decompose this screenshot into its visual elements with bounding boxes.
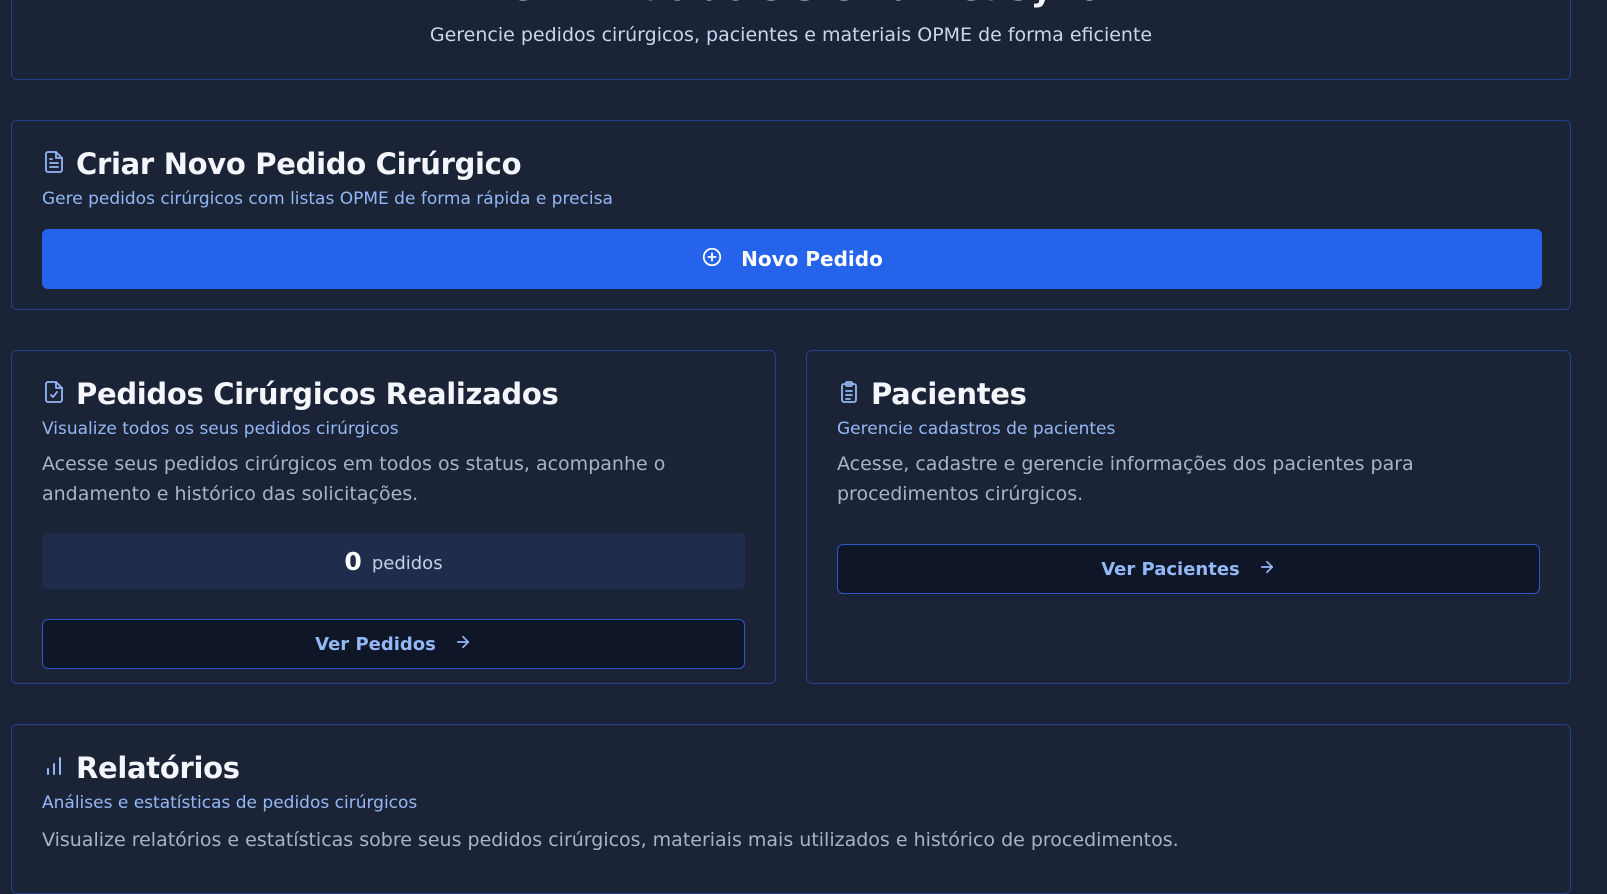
reports-description: Visualize relatórios e estatísticas sobr… (42, 829, 1179, 851)
arrow-right-icon (454, 633, 472, 656)
orders-card: Pedidos Cirúrgicos Realizados Visualize … (11, 350, 776, 684)
new-order-title: Criar Novo Pedido Cirúrgico (76, 147, 522, 181)
clipboard-list-icon (837, 380, 861, 408)
patients-title: Pacientes (871, 377, 1027, 411)
page-subtitle: Gerencie pedidos cirúrgicos, pacientes e… (429, 24, 1153, 46)
orders-count-label: pedidos (371, 552, 443, 574)
new-order-button[interactable]: Novo Pedido (42, 229, 1542, 289)
orders-description: Acesse seus pedidos cirúrgicos em todos … (42, 453, 666, 505)
orders-count: 0 (344, 546, 362, 576)
orders-header: Pedidos Cirúrgicos Realizados (42, 377, 559, 411)
patients-subtitle: Gerencie cadastros de pacientes (837, 419, 1116, 439)
view-orders-button-label: Ver Pedidos (315, 633, 436, 655)
orders-subtitle: Visualize todos os seus pedidos cirúrgic… (42, 419, 399, 439)
view-patients-button-label: Ver Pacientes (1101, 558, 1240, 580)
new-order-card: Criar Novo Pedido Cirúrgico Gere pedidos… (11, 120, 1571, 310)
patients-description: Acesse, cadastre e gerencie informações … (837, 453, 1414, 505)
new-order-button-label: Novo Pedido (741, 247, 883, 271)
reports-title: Relatórios (76, 751, 240, 785)
arrow-right-icon (1258, 558, 1276, 581)
plus-circle-icon (701, 246, 723, 273)
patients-card: Pacientes Gerencie cadastros de paciente… (806, 350, 1571, 684)
orders-title: Pedidos Cirúrgicos Realizados (76, 377, 559, 411)
patients-header: Pacientes (837, 377, 1027, 411)
reports-header: Relatórios (42, 751, 240, 785)
bar-chart-icon (42, 754, 66, 782)
reports-subtitle: Análises e estatísticas de pedidos cirúr… (42, 793, 418, 813)
reports-card: Relatórios Análises e estatísticas de pe… (11, 724, 1571, 894)
new-order-header: Criar Novo Pedido Cirúrgico (42, 147, 522, 181)
file-check-icon (42, 380, 66, 408)
new-order-subtitle: Gere pedidos cirúrgicos com listas OPME … (42, 189, 613, 209)
file-text-icon (42, 150, 66, 178)
page-title: Bem-vindo ao Sistema MedSync (12, 0, 1570, 9)
view-patients-button[interactable]: Ver Pacientes (837, 544, 1540, 594)
welcome-banner: Bem-vindo ao Sistema MedSync Gerencie pe… (11, 0, 1571, 80)
view-orders-button[interactable]: Ver Pedidos (42, 619, 745, 669)
orders-count-box: 0 pedidos (42, 533, 745, 589)
